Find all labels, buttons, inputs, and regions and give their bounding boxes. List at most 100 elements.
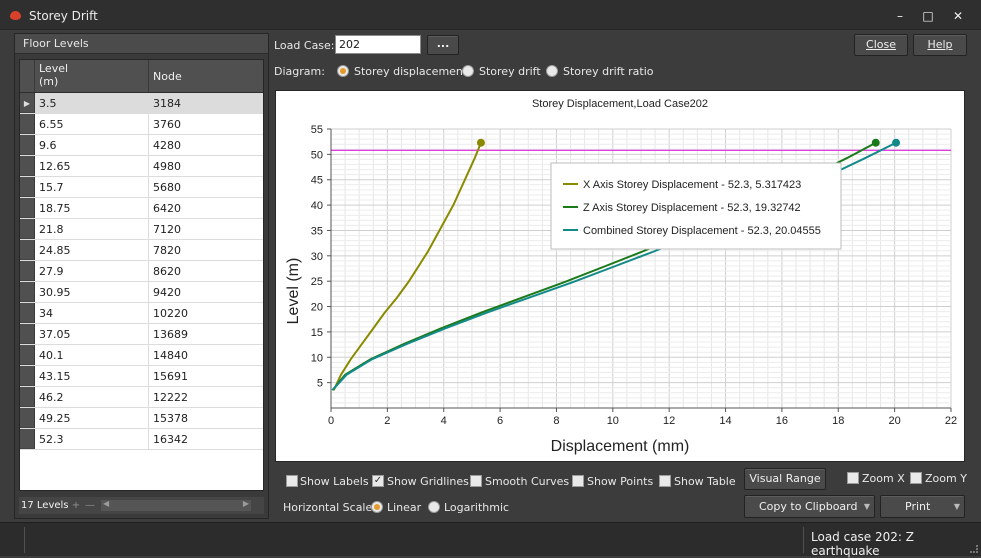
help-button[interactable]: Help	[913, 34, 967, 56]
show-table-checkbox[interactable]	[659, 475, 671, 487]
floor-levels-grid[interactable]: Level (m) Node ▶ 3.5 3184 6.55 3760 9.6 4280 12.…	[19, 59, 264, 491]
row-indicator[interactable]	[20, 156, 35, 176]
table-row[interactable]: 49.25 15378	[20, 408, 263, 429]
show-gridlines-checkbox[interactable]: ✓	[372, 475, 384, 487]
show-points-checkbox[interactable]	[572, 475, 584, 487]
maximize-icon[interactable]: □	[918, 7, 938, 25]
cell-node[interactable]: 8620	[149, 261, 263, 281]
show-gridlines-label[interactable]: Show Gridlines	[387, 475, 469, 488]
cell-level[interactable]: 37.05	[35, 324, 149, 344]
cell-node[interactable]: 13689	[149, 324, 263, 344]
row-indicator[interactable]	[20, 177, 35, 197]
cell-node[interactable]: 3760	[149, 114, 263, 134]
copy-to-clipboard-button[interactable]: Copy to Clipboard ▼	[744, 495, 875, 518]
radio-linear-label[interactable]: Linear	[387, 501, 421, 514]
show-table-label[interactable]: Show Table	[674, 475, 736, 488]
table-row[interactable]: 9.6 4280	[20, 135, 263, 156]
cell-level[interactable]: 9.6	[35, 135, 149, 155]
zoom-y-checkbox[interactable]	[910, 472, 922, 484]
visual-range-button[interactable]: Visual Range	[744, 468, 826, 490]
row-indicator[interactable]	[20, 219, 35, 239]
radio-logarithmic-label[interactable]: Logarithmic	[444, 501, 509, 514]
close-button[interactable]: Close	[854, 34, 908, 56]
chevron-down-icon[interactable]: ▼	[954, 496, 960, 517]
cell-node[interactable]: 12222	[149, 387, 263, 407]
print-button[interactable]: Print ▼	[880, 495, 965, 518]
table-row[interactable]: ▶ 3.5 3184	[20, 93, 263, 114]
cell-level[interactable]: 30.95	[35, 282, 149, 302]
radio-logarithmic[interactable]	[428, 501, 440, 513]
cell-level[interactable]: 15.7	[35, 177, 149, 197]
cell-node[interactable]: 3184	[149, 93, 263, 113]
row-indicator[interactable]	[20, 135, 35, 155]
table-row[interactable]: 34 10220	[20, 303, 263, 324]
table-row[interactable]: 27.9 8620	[20, 261, 263, 282]
row-indicator[interactable]	[20, 387, 35, 407]
cell-node[interactable]: 15691	[149, 366, 263, 386]
row-indicator[interactable]	[20, 345, 35, 365]
radio-storey-drift[interactable]	[462, 65, 474, 77]
row-indicator[interactable]	[20, 198, 35, 218]
radio-linear[interactable]	[371, 501, 383, 513]
cell-level[interactable]: 40.1	[35, 345, 149, 365]
cell-level[interactable]: 12.65	[35, 156, 149, 176]
row-indicator[interactable]	[20, 429, 35, 449]
table-row[interactable]: 18.75 6420	[20, 198, 263, 219]
minimize-icon[interactable]: –	[890, 7, 910, 25]
smooth-curves-label[interactable]: Smooth Curves	[485, 475, 569, 488]
scroll-right-icon[interactable]: ▶	[243, 499, 249, 508]
chevron-down-icon[interactable]: ▼	[864, 496, 870, 517]
table-row[interactable]: 12.65 4980	[20, 156, 263, 177]
scroll-left-icon[interactable]: ◀	[103, 499, 109, 508]
cell-node[interactable]: 15378	[149, 408, 263, 428]
zoom-y-label[interactable]: Zoom Y	[925, 472, 967, 485]
cell-node[interactable]: 7820	[149, 240, 263, 260]
add-row-icon[interactable]: +	[69, 500, 83, 511]
close-window-icon[interactable]: ✕	[948, 7, 968, 25]
cell-level[interactable]: 18.75	[35, 198, 149, 218]
cell-level[interactable]: 34	[35, 303, 149, 323]
table-row[interactable]: 24.85 7820	[20, 240, 263, 261]
show-labels-checkbox[interactable]	[286, 475, 298, 487]
cell-node[interactable]: 4980	[149, 156, 263, 176]
table-row[interactable]: 15.7 5680	[20, 177, 263, 198]
row-indicator[interactable]	[20, 303, 35, 323]
table-row[interactable]: 40.1 14840	[20, 345, 263, 366]
row-indicator[interactable]	[20, 261, 35, 281]
radio-storey-drift-label[interactable]: Storey drift	[479, 65, 541, 78]
column-header-node[interactable]: Node	[149, 60, 263, 92]
cell-level[interactable]: 49.25	[35, 408, 149, 428]
cell-level[interactable]: 52.3	[35, 429, 149, 449]
show-labels-label[interactable]: Show Labels	[300, 475, 369, 488]
table-row[interactable]: 52.3 16342	[20, 429, 263, 450]
cell-level[interactable]: 3.5	[35, 93, 149, 113]
table-row[interactable]: 46.2 12222	[20, 387, 263, 408]
cell-node[interactable]: 14840	[149, 345, 263, 365]
browse-load-case-button[interactable]: ...	[427, 35, 459, 55]
row-selector-arrow-icon[interactable]: ▶	[20, 93, 35, 113]
resize-grip-icon[interactable]	[970, 545, 978, 553]
cell-level[interactable]: 27.9	[35, 261, 149, 281]
table-row[interactable]: 6.55 3760	[20, 114, 263, 135]
show-points-label[interactable]: Show Points	[587, 475, 653, 488]
cell-node[interactable]: 4280	[149, 135, 263, 155]
cell-node[interactable]: 10220	[149, 303, 263, 323]
row-indicator[interactable]	[20, 324, 35, 344]
table-row[interactable]: 30.95 9420	[20, 282, 263, 303]
cell-node[interactable]: 6420	[149, 198, 263, 218]
table-row[interactable]: 21.8 7120	[20, 219, 263, 240]
load-case-input[interactable]: 202	[335, 35, 421, 54]
cell-node[interactable]: 7120	[149, 219, 263, 239]
zoom-x-checkbox[interactable]	[847, 472, 859, 484]
cell-level[interactable]: 46.2	[35, 387, 149, 407]
radio-storey-drift-ratio[interactable]	[546, 65, 558, 77]
cell-node[interactable]: 9420	[149, 282, 263, 302]
radio-storey-drift-ratio-label[interactable]: Storey drift ratio	[563, 65, 654, 78]
row-indicator[interactable]	[20, 408, 35, 428]
remove-row-icon[interactable]: —	[83, 500, 97, 511]
cell-level[interactable]: 43.15	[35, 366, 149, 386]
horizontal-scrollbar[interactable]: ◀ ▶	[101, 499, 251, 511]
cell-node[interactable]: 16342	[149, 429, 263, 449]
smooth-curves-checkbox[interactable]	[470, 475, 482, 487]
row-indicator[interactable]	[20, 114, 35, 134]
